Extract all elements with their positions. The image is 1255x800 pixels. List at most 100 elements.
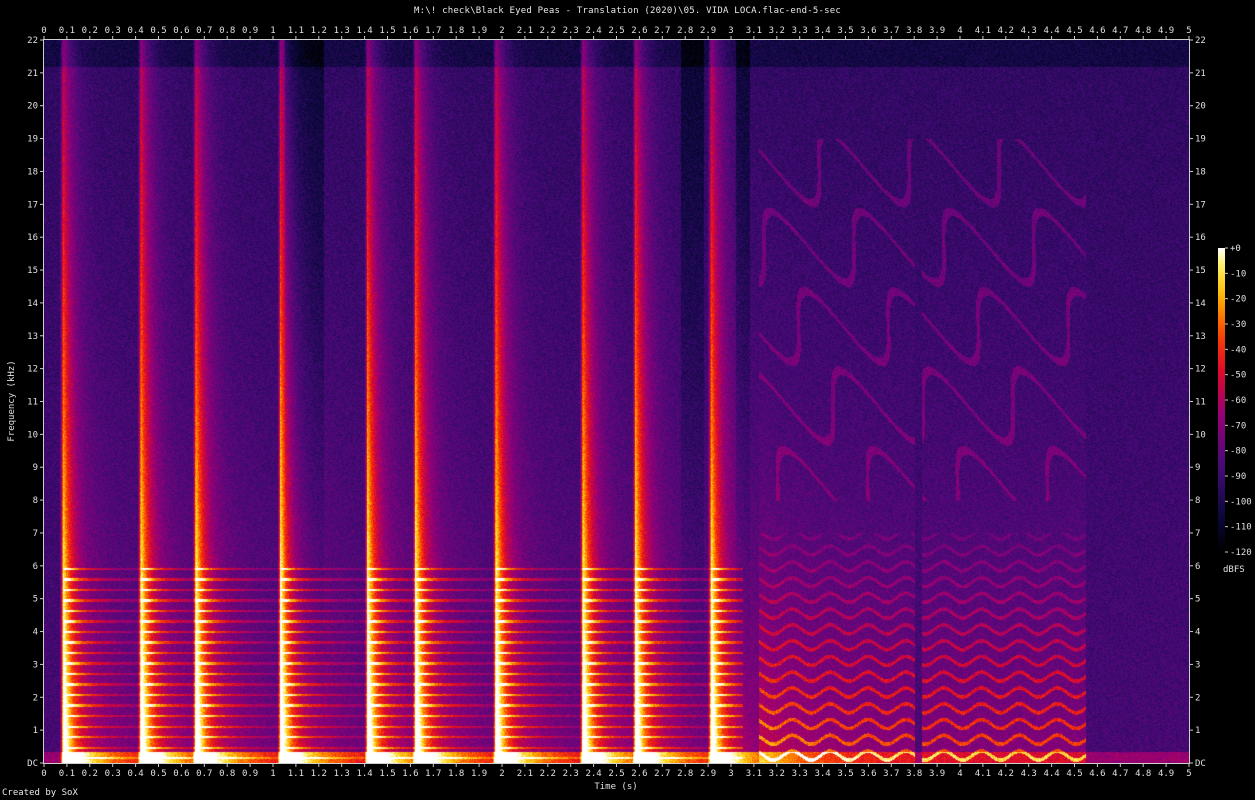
y-tick-label-right: 6	[1195, 562, 1200, 572]
x-tick-label-bottom: 3.2	[769, 769, 785, 779]
colorbar-tick-label: -110	[1230, 523, 1252, 533]
x-tick-label-top: 3.9	[929, 26, 945, 36]
x-tick-label-top: 0	[41, 26, 46, 36]
x-tick-label-top: 4.4	[1043, 26, 1059, 36]
x-tick-label-bottom: 3	[728, 769, 733, 779]
x-tick-label-bottom: 0.1	[59, 769, 75, 779]
y-tick-label-left: 7	[33, 529, 38, 539]
x-tick-label-top: 3.6	[860, 26, 876, 36]
colorbar-tick-label: -100	[1230, 497, 1252, 507]
x-tick-label-top: 0.4	[127, 26, 143, 36]
x-tick-label-top: 0.6	[173, 26, 189, 36]
x-tick-label-top: 0.2	[82, 26, 98, 36]
x-tick-label-top: 0.1	[59, 26, 75, 36]
x-tick-label-bottom: 4.9	[1158, 769, 1174, 779]
x-tick-label-bottom: 2.4	[585, 769, 601, 779]
x-tick-label-bottom: 0.8	[219, 769, 235, 779]
x-tick-label-bottom: 3.8	[906, 769, 922, 779]
x-tick-label-top: 1.5	[379, 26, 395, 36]
colorbar-tick-label: -80	[1230, 447, 1246, 457]
x-tick-label-top: 0.9	[242, 26, 258, 36]
y-tick-label-right: 18	[1195, 167, 1206, 177]
y-tick-label-left: 5	[33, 595, 38, 605]
y-tick-label-right: 16	[1195, 233, 1206, 243]
x-tick-label-bottom: 1.6	[402, 769, 418, 779]
x-tick-label-top: 4.1	[975, 26, 991, 36]
y-tick-label-left: 2	[33, 693, 38, 703]
x-tick-label-top: 1.1	[288, 26, 304, 36]
y-tick-label-right: 13	[1195, 332, 1206, 342]
colorbar-tick-label: +0	[1230, 244, 1241, 254]
y-tick-label-right: 14	[1195, 299, 1206, 309]
x-tick-label-top: 3.3	[792, 26, 808, 36]
x-tick-label-top: 2.6	[631, 26, 647, 36]
x-tick-label-top: 3	[728, 26, 733, 36]
colorbar-tick-label: -10	[1230, 269, 1246, 279]
x-tick-label-top: 1.6	[402, 26, 418, 36]
chart-axes: 0 0 0.1 0.1 0.2 0.2 0.3 0.3 0.4 0.4 0.5 0.5 0.6 0.6 0.…	[7, 26, 1252, 792]
x-tick-label-bottom: 1.4	[356, 769, 372, 779]
x-tick-label-bottom: 4.7	[1112, 769, 1128, 779]
x-tick-label-top: 4.3	[1021, 26, 1037, 36]
y-tick-label-left: 10	[27, 430, 38, 440]
colorbar-tick-label: -20	[1230, 295, 1246, 305]
y-tick-label-left: 17	[27, 200, 38, 210]
y-tick-label-right: 22	[1195, 36, 1206, 46]
y-tick-label-right: 17	[1195, 200, 1206, 210]
x-tick-label-bottom: 1.7	[425, 769, 441, 779]
x-tick-label-top: 3.4	[814, 26, 830, 36]
x-tick-label-bottom: 4.2	[998, 769, 1014, 779]
x-tick-label-bottom: 4.4	[1043, 769, 1059, 779]
x-tick-label-top: 4.5	[1066, 26, 1082, 36]
x-tick-label-bottom: 5	[1186, 769, 1191, 779]
y-tick-label-left: 20	[27, 102, 38, 112]
y-tick-label-left: 4	[33, 628, 38, 638]
x-tick-label-bottom: 2	[499, 769, 504, 779]
x-tick-label-bottom: 4.3	[1021, 769, 1037, 779]
y-tick-label-right: 5	[1195, 595, 1200, 605]
x-tick-label-bottom: 4.5	[1066, 769, 1082, 779]
colorbar-tick-label: -90	[1230, 472, 1246, 482]
x-tick-label-top: 2.5	[608, 26, 624, 36]
y-tick-label-left: 9	[33, 463, 38, 473]
x-axis-label: Time (s)	[594, 782, 637, 792]
x-tick-label-top: 4.9	[1158, 26, 1174, 36]
x-tick-label-top: 4.2	[998, 26, 1014, 36]
x-tick-label-top: 2.4	[585, 26, 601, 36]
plot-frame	[43, 39, 1190, 764]
x-tick-label-top: 0.8	[219, 26, 235, 36]
y-tick-label-left: 21	[27, 69, 38, 79]
colorbar-tick-label: -120	[1230, 548, 1252, 558]
x-tick-label-bottom: 3.6	[860, 769, 876, 779]
y-tick-label-right: 4	[1195, 628, 1200, 638]
x-tick-label-top: 0.7	[196, 26, 212, 36]
x-tick-label-top: 2.8	[677, 26, 693, 36]
x-tick-label-bottom: 4.8	[1135, 769, 1151, 779]
colorbar-tick-label: -40	[1230, 345, 1246, 355]
x-tick-label-top: 1.2	[311, 26, 327, 36]
x-tick-label-top: 2.7	[654, 26, 670, 36]
x-tick-label-top: 1.7	[425, 26, 441, 36]
x-tick-label-bottom: 0.9	[242, 769, 258, 779]
y-tick-label-left: 14	[27, 299, 38, 309]
x-tick-label-bottom: 0.5	[150, 769, 166, 779]
y-tick-label-left: 13	[27, 332, 38, 342]
y-tick-label-left: 16	[27, 233, 38, 243]
credit-text: Created by SoX	[2, 788, 78, 798]
x-tick-label-bottom: 3.3	[792, 769, 808, 779]
y-tick-label-left: 15	[27, 266, 38, 276]
x-tick-label-bottom: 2.2	[540, 769, 556, 779]
x-tick-label-bottom: 0.6	[173, 769, 189, 779]
y-tick-label-left: DC	[27, 759, 38, 769]
x-tick-label-top: 2	[499, 26, 504, 36]
x-tick-label-top: 3.1	[746, 26, 762, 36]
x-tick-label-top: 2.1	[517, 26, 533, 36]
x-tick-label-bottom: 1.9	[471, 769, 487, 779]
x-tick-label-bottom: 1.8	[448, 769, 464, 779]
x-tick-label-top: 1.3	[334, 26, 350, 36]
x-tick-label-bottom: 1.3	[334, 769, 350, 779]
x-tick-label-top: 1.4	[356, 26, 372, 36]
y-tick-label-right: 11	[1195, 398, 1206, 408]
x-tick-label-bottom: 1.5	[379, 769, 395, 779]
y-tick-label-right: 3	[1195, 660, 1200, 670]
